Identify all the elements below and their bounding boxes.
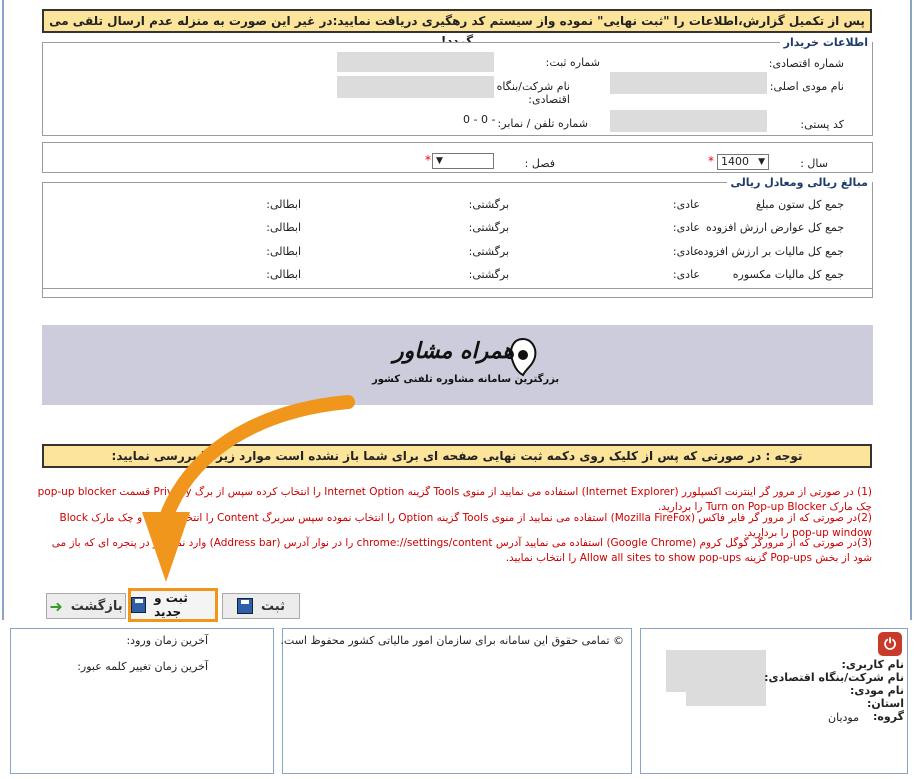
amount-cancel-label: ابطالی: xyxy=(266,221,301,234)
last-login-label: آخرین زمان ورود: xyxy=(126,634,208,647)
user-info-redacted-2 xyxy=(686,692,766,706)
amount-row-title: جمع کل مالیات بر ارزش افزوده xyxy=(697,245,844,258)
submit-button[interactable]: ثبت xyxy=(222,593,300,619)
year-required-mark: * xyxy=(708,154,714,168)
amount-row-title: جمع کل عوارض ارزش افزوده xyxy=(706,221,844,234)
amount-return-label: برگشتی: xyxy=(468,221,509,234)
username-label: نام کاربری: xyxy=(841,658,904,671)
amount-row-title: جمع کل مالیات مکسوره xyxy=(732,268,844,281)
amount-normal-label: عادی: xyxy=(672,198,700,211)
amount-return-label: برگشتی: xyxy=(468,198,509,211)
amount-normal-label: عادی: xyxy=(672,245,700,258)
group-label: گروه: xyxy=(873,710,904,723)
season-required-mark: * xyxy=(425,153,431,167)
power-icon[interactable]: ⏻ xyxy=(878,632,902,656)
amount-row-title: جمع کل ستون مبلغ xyxy=(755,198,844,211)
amount-cancel-label: ابطالی: xyxy=(266,198,301,211)
province-label: استان: xyxy=(867,697,904,710)
watermark-title: همراه مشاور xyxy=(393,339,515,364)
last-password-change-label: آخرین زمان تغییر کلمه عبور: xyxy=(77,660,208,673)
floppy-disk-icon xyxy=(131,597,147,613)
economic-code-label: شماره اقتصادی: xyxy=(768,57,844,70)
submit-and-new-label: ثبت و جدید xyxy=(154,591,188,619)
instruction-3: (3)در صورتی که از مرورگر گوگل کروم (Goog… xyxy=(51,537,872,564)
year-select[interactable]: 1400 ▼ xyxy=(717,154,769,170)
reg-no-label: شماره ثبت: xyxy=(545,56,600,69)
copyright-text: © تمامی حقوق این سامانه برای سازمان امور… xyxy=(280,634,624,647)
amount-cancel-label: ابطالی: xyxy=(266,268,301,281)
taxpayer-name-label: نام مودی اصلی: xyxy=(769,80,844,93)
amount-normal-label: عادی: xyxy=(672,268,700,281)
company-name-label: نام شرکت/بنگاه اقتصادی: xyxy=(764,671,904,684)
amount-cancel-label: ابطالی: xyxy=(266,245,301,258)
back-label: بازگشت xyxy=(70,598,123,614)
postal-code-label: کد پستی: xyxy=(800,118,844,131)
buyer-info-legend: اطلاعات خریدار xyxy=(779,36,872,49)
amount-return-label: برگشتی: xyxy=(468,268,509,281)
economic-code-value xyxy=(337,52,494,72)
season-select[interactable]: ▼ xyxy=(432,153,494,169)
watermark-band xyxy=(42,325,873,405)
notice-banner: توجه : در صورتی که پس از کلیک روی دکمه ث… xyxy=(42,444,872,468)
company-label: نام شرکت/بنگاه اقتصادی: xyxy=(496,80,570,106)
footer-login-box xyxy=(10,628,274,774)
taxpayer-label: نام مودی: xyxy=(850,684,904,697)
chevron-down-icon: ▼ xyxy=(758,157,765,167)
season-label: فصل : xyxy=(524,157,555,170)
back-button[interactable]: ➜ بازگشت xyxy=(46,593,126,619)
chevron-down-icon: ▼ xyxy=(436,156,443,166)
submit-and-new-button[interactable]: ثبت و جدید xyxy=(128,588,218,622)
floppy-disk-icon xyxy=(237,598,254,614)
group-value: مودیان xyxy=(828,711,859,724)
watermark-subtitle: بزرگترین سامانه مشاوره تلفنی کشور xyxy=(372,374,560,385)
arrow-right-icon: ➜ xyxy=(49,596,63,616)
postal-code-value xyxy=(610,110,767,132)
amount-normal-label: عادی: xyxy=(672,221,700,234)
taxpayer-name-value xyxy=(610,72,767,94)
top-warning-banner: پس از تکمیل گزارش،اطلاعات را "ثبت نهایی"… xyxy=(42,9,872,48)
phone-value: 0 - 0 - xyxy=(463,113,496,126)
amounts-legend: مبالغ ریالی ومعادل ریالی xyxy=(726,176,872,189)
year-value: 1400 xyxy=(721,155,749,168)
phone-label: شماره تلفن / نمابر: xyxy=(497,117,588,130)
year-label: سال : xyxy=(800,157,828,170)
company-value xyxy=(337,76,494,98)
footer-copyright-box xyxy=(282,628,632,774)
amount-return-label: برگشتی: xyxy=(468,245,509,258)
user-info-redacted xyxy=(666,650,766,692)
submit-label: ثبت xyxy=(261,598,285,614)
